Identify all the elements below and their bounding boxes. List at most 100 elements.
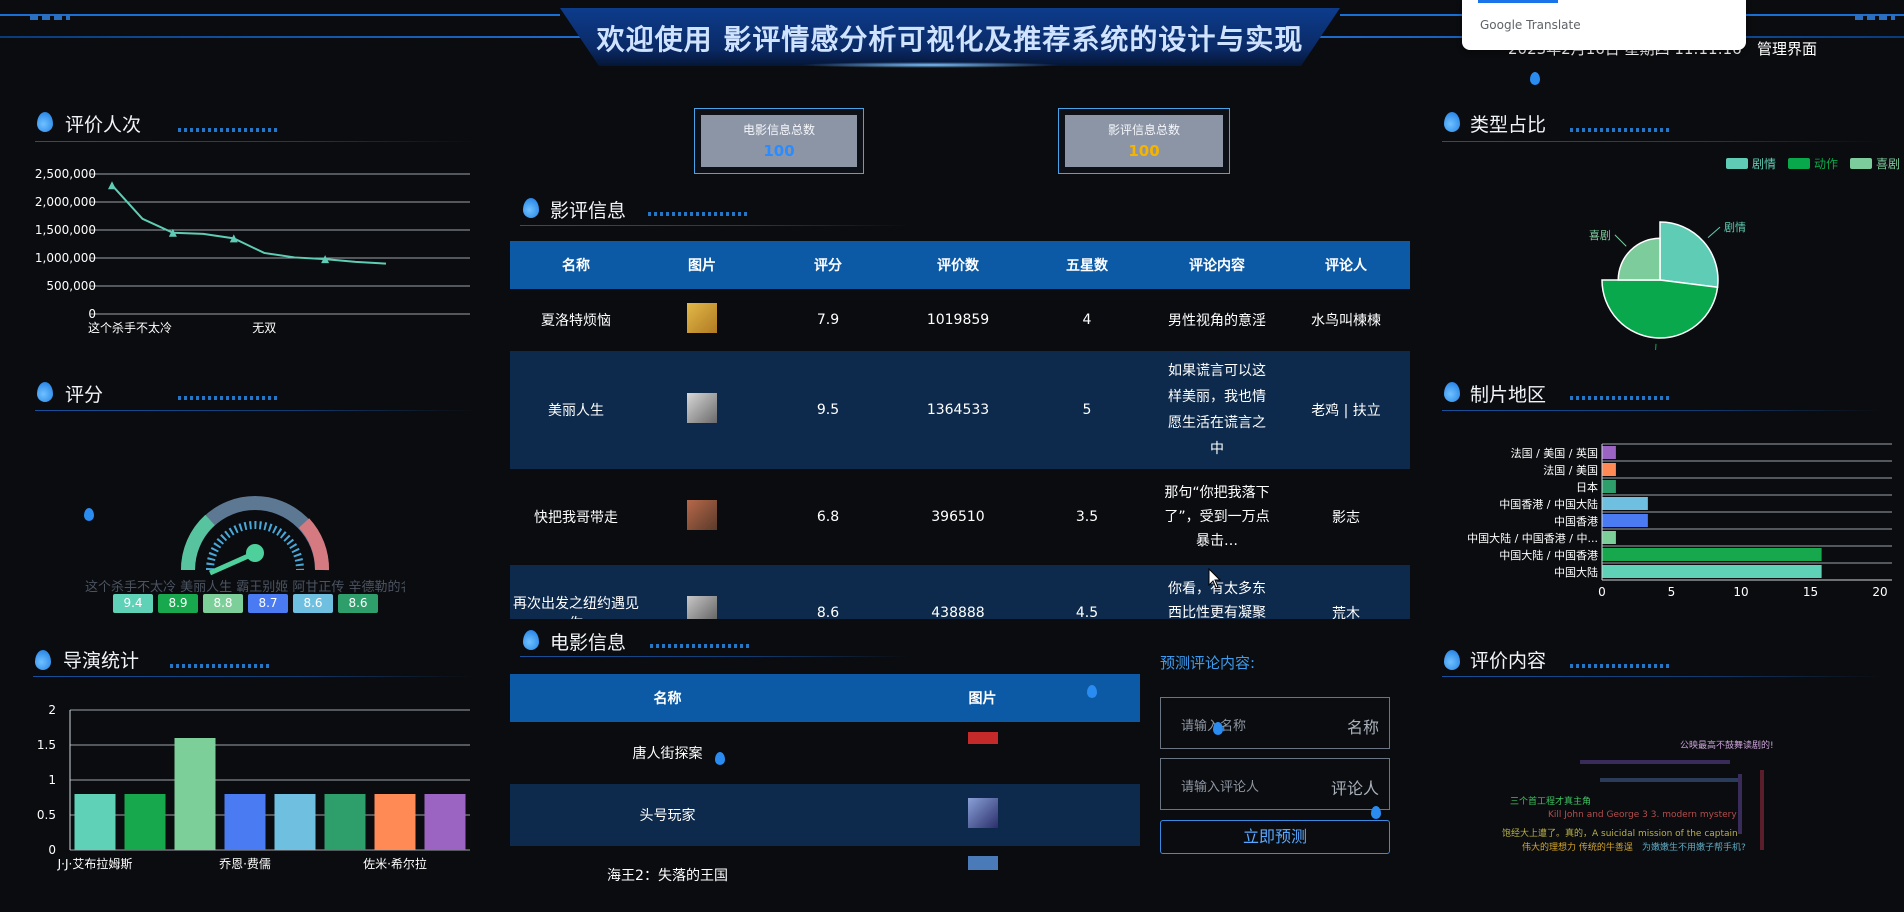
table-row[interactable]: 美丽人生 9.5 1364533 5 如果谎言可以这样美丽，我也情愿生活在谎言之… (510, 351, 1410, 469)
review-table-header: 名称 图片 评分 评价数 五星数 评论内容 评论人 (510, 241, 1410, 289)
bar (1602, 531, 1616, 544)
movie-table-container[interactable]: 名称 图片 唐人街探案 头号玩家 海王2：失落的王国 (510, 674, 1140, 900)
movie-poster-thumb[interactable] (687, 500, 717, 530)
pie-label: 喜剧 (1589, 229, 1611, 242)
legend-label[interactable]: 喜剧 (1876, 155, 1900, 172)
movie-total-value: 100 (763, 142, 795, 160)
pie-label-line (1614, 234, 1627, 247)
cell-five-star: 4 (1022, 289, 1152, 351)
title-dash (178, 396, 278, 400)
title-dash (1570, 128, 1670, 132)
cell-image (642, 351, 762, 469)
cell-name: 美丽人生 (510, 351, 642, 469)
table-row[interactable]: 头号玩家 (510, 784, 1140, 846)
score-badge: 8.8 (203, 594, 243, 613)
water-drop-icon (1213, 722, 1223, 735)
water-drop-icon (1371, 806, 1381, 819)
title-underline (1442, 141, 1882, 142)
movie-poster-thumb[interactable] (687, 596, 717, 619)
cell-name: 唐人街探案 (510, 722, 825, 784)
title-dash (1570, 396, 1670, 400)
reviewer-field[interactable]: 请输入评论人 评论人 (1160, 758, 1390, 810)
reviewer-placeholder: 请输入评论人 (1181, 780, 1260, 795)
panel-title-review-content: 评价内容 (1470, 650, 1547, 672)
col-header-name: 名称 (510, 674, 825, 722)
pie-label: 剧情 (1724, 221, 1746, 234)
bar (424, 794, 466, 850)
col-header-image: 图片 (642, 241, 762, 289)
cell-author: 影志 (1282, 469, 1410, 565)
water-drop-icon (1444, 382, 1460, 402)
movie-poster-thumb[interactable] (687, 393, 717, 423)
cell-five-star: 3.5 (1022, 469, 1152, 565)
movie-poster-thumb[interactable] (687, 303, 717, 333)
table-row[interactable]: 夏洛特烦恼 7.9 1019859 4 男性视角的意淫 水鸟叫楝楝 (510, 289, 1410, 351)
x-tick-label: 20 (1872, 585, 1887, 599)
legend-swatch[interactable] (1726, 158, 1748, 169)
review-table: 名称 图片 评分 评价数 五星数 评论内容 评论人 夏洛特烦恼 7.9 1019… (510, 241, 1410, 619)
col-header-count: 评价数 (894, 241, 1022, 289)
x-tick-label: 0 (1598, 585, 1606, 599)
movie-poster-thumb[interactable] (967, 856, 998, 870)
panel-title-review-info: 影评信息 (550, 200, 627, 222)
word-cloud-faint-line (1738, 774, 1742, 834)
predict-title: 预测评论内容: (1160, 654, 1256, 672)
word-cloud-faint-line (1760, 770, 1764, 850)
water-drop-icon (523, 198, 539, 218)
x-tick-label: 5 (1668, 585, 1676, 599)
bar (124, 794, 166, 850)
movie-poster-thumb[interactable] (967, 732, 998, 744)
predict-button[interactable]: 立即预测 (1160, 820, 1390, 854)
bar (1602, 548, 1822, 561)
x-tick-label: J·J·艾布拉姆斯 (57, 856, 133, 871)
movie-total-inner: 电影信息总数 100 (701, 115, 857, 167)
y-tick-label: 0.5 (37, 808, 56, 822)
title-underline (1442, 676, 1882, 677)
director-stats-chart: 0 0.5 1 1.5 2 J·J·艾布拉姆斯 乔恩·费儒 佐米·希尔拉 (37, 703, 470, 871)
table-row[interactable]: 快把我哥带走 6.8 396510 3.5 那句“你把我落下了”，受到一万点暴击… (510, 469, 1410, 565)
score-badge: 8.6 (338, 594, 378, 613)
cell-image (642, 289, 762, 351)
bar (1602, 497, 1648, 510)
cell-score: 6.8 (762, 469, 894, 565)
gauge-ring-red (298, 518, 329, 571)
table-row[interactable]: 再次出发之纽约遇见你 8.6 438888 4.5 你看，有太多东西比性更有凝聚… (510, 565, 1410, 619)
y-category-label: 法国 / 美国 (1543, 463, 1598, 477)
region-bar-chart: 法国 / 美国 / 英国法国 / 美国日本中国香港 / 中国大陆中国香港中国大陆… (1467, 443, 1892, 599)
google-translate-popup[interactable]: Google Translate (1462, 0, 1746, 50)
legend-label[interactable]: 剧情 (1752, 155, 1776, 172)
legend-swatch[interactable] (1788, 158, 1810, 169)
score-badge: 8.6 (293, 594, 333, 613)
y-category-label: 日本 (1576, 480, 1598, 494)
title-dash (170, 664, 270, 668)
x-tick-label: 15 (1803, 585, 1818, 599)
cell-image (642, 469, 762, 565)
title-dash (1570, 664, 1670, 668)
cell-score: 9.5 (762, 351, 894, 469)
word-cloud-faint-line (1600, 778, 1740, 782)
word-cloud-item: 三个首工程才真主角 (1510, 797, 1592, 807)
review-total-value: 100 (1128, 142, 1160, 160)
word-cloud: 公映最高不鼓舞读剧的! 三个首工程才真主角 Kill John and Geor… (1500, 730, 1830, 860)
pie-label-line (1655, 343, 1657, 350)
table-row[interactable]: 唐人街探案 (510, 722, 1140, 784)
cell-name: 夏洛特烦恼 (510, 289, 642, 351)
header-line-left (0, 14, 560, 16)
admin-link[interactable]: 管理界面 (1757, 38, 1817, 59)
legend-label[interactable]: 动作 (1814, 155, 1838, 172)
gauge-overlay-text: 这个杀手不太冷 美丽人生 霸王别姬 阿甘正传 辛德勒的名单 头号玩家 (85, 580, 405, 595)
name-field[interactable]: 请输入名称 名称 (1160, 697, 1390, 749)
word-cloud-faint-line (1580, 760, 1730, 764)
gauge-needle (208, 550, 257, 576)
col-header-content: 评论内容 (1152, 241, 1282, 289)
panel-title-region: 制片地区 (1470, 384, 1547, 406)
y-tick-label: 0 (88, 307, 96, 321)
legend-swatch[interactable] (1850, 158, 1872, 169)
movie-poster-thumb[interactable] (967, 798, 998, 828)
col-header-author: 评论人 (1282, 241, 1410, 289)
table-row[interactable]: 海王2：失落的王国 (510, 846, 1140, 900)
header-sub-line-left (0, 36, 600, 38)
score-badge: 8.9 (158, 594, 198, 613)
review-table-container[interactable]: 名称 图片 评分 评价数 五星数 评论内容 评论人 夏洛特烦恼 7.9 1019… (510, 241, 1410, 619)
water-drop-icon (84, 508, 94, 521)
